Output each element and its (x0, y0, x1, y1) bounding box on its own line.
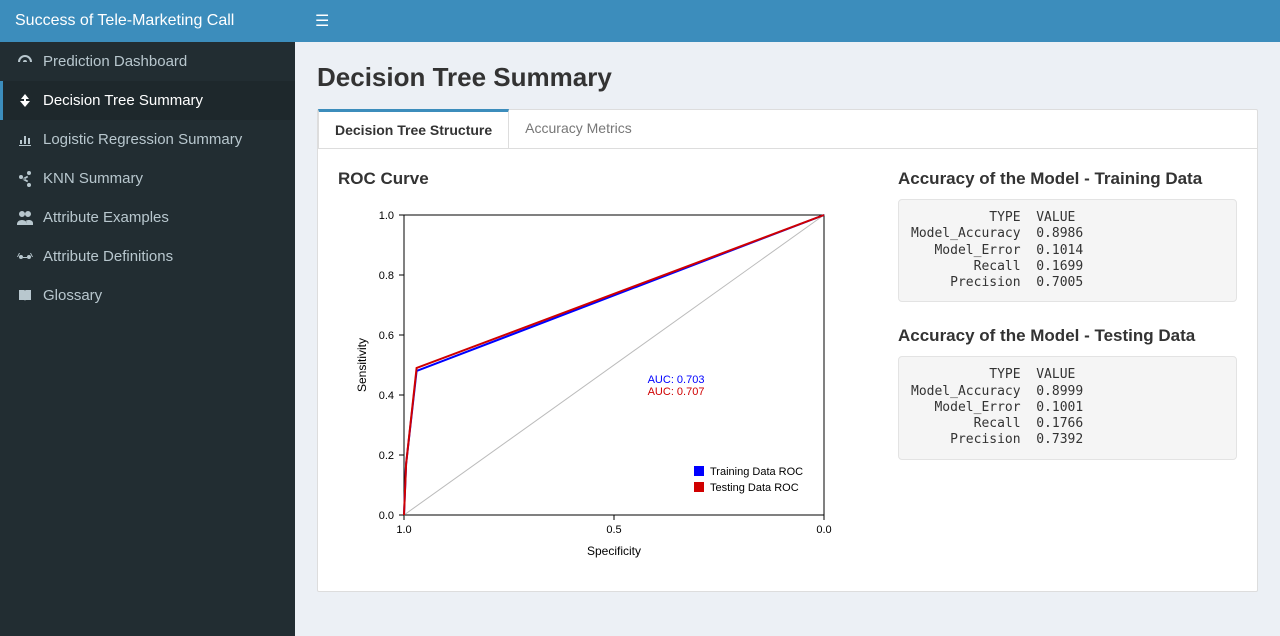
tab-headers: Decision Tree StructureAccuracy Metrics (318, 110, 1257, 149)
sidebar-item-label: Attribute Definitions (43, 248, 173, 265)
testing-metrics-title: Accuracy of the Model - Testing Data (898, 326, 1237, 346)
svg-text:0.2: 0.2 (379, 450, 394, 462)
app-title: Success of Tele-Marketing Call (0, 0, 295, 42)
svg-text:0.6: 0.6 (379, 330, 394, 342)
sidebar-item-label: Glossary (43, 287, 102, 304)
svg-text:0.0: 0.0 (816, 524, 831, 536)
sidebar-item-logistic-regression-summary[interactable]: Logistic Regression Summary (0, 120, 295, 159)
content-area: Decision Tree Summary Decision Tree Stru… (295, 42, 1280, 636)
training-metrics-title: Accuracy of the Model - Training Data (898, 169, 1237, 189)
svg-text:1.0: 1.0 (379, 210, 394, 222)
sidebar-item-label: KNN Summary (43, 170, 143, 187)
topbar: ☰ (295, 0, 1280, 42)
sidebar-item-label: Prediction Dashboard (43, 53, 187, 70)
svg-text:Testing Data ROC: Testing Data ROC (710, 482, 799, 494)
glasses-icon (15, 249, 35, 265)
svg-text:0.8: 0.8 (379, 270, 394, 282)
users-icon (15, 210, 35, 226)
svg-text:Specificity: Specificity (587, 544, 641, 558)
sidebar-item-attribute-definitions[interactable]: Attribute Definitions (0, 237, 295, 276)
sidebar: Success of Tele-Marketing Call Predictio… (0, 0, 295, 636)
sidebar-nav: Prediction Dashboard Decision Tree Summar… (0, 42, 295, 315)
sidebar-item-label: Attribute Examples (43, 209, 169, 226)
svg-text:1.0: 1.0 (396, 524, 411, 536)
dashboard-icon (15, 54, 35, 70)
sidebar-item-label: Decision Tree Summary (43, 92, 203, 109)
svg-text:Sensitivity: Sensitivity (355, 338, 369, 392)
tab-container: Decision Tree StructureAccuracy Metrics … (317, 109, 1258, 592)
svg-text:0.4: 0.4 (379, 390, 394, 402)
sidebar-item-knn-summary[interactable]: KNN Summary (0, 159, 295, 198)
sidebar-item-glossary[interactable]: Glossary (0, 276, 295, 315)
chart-icon (15, 132, 35, 148)
svg-text:0.5: 0.5 (606, 524, 621, 536)
svg-text:Training Data ROC: Training Data ROC (710, 466, 803, 478)
svg-text:AUC: 0.703: AUC: 0.703 (648, 374, 705, 386)
tree-icon (15, 93, 35, 109)
testing-metrics-table: TYPE VALUE Model_Accuracy 0.8999 Model_E… (898, 356, 1237, 459)
roc-curve-title: ROC Curve (338, 169, 878, 189)
sidebar-item-decision-tree-summary[interactable]: Decision Tree Summary (0, 81, 295, 120)
page-title: Decision Tree Summary (317, 62, 1258, 93)
book-icon (15, 288, 35, 304)
roc-chart: 1.0 0.5 0.0 0.0 0.2 0.4 0.6 0.8 1.0 Specificity Se… (338, 199, 878, 571)
share-icon (15, 171, 35, 187)
svg-text:0.0: 0.0 (379, 510, 394, 522)
tab-decision-tree-structure[interactable]: Decision Tree Structure (318, 109, 509, 148)
tab-accuracy-metrics[interactable]: Accuracy Metrics (509, 110, 648, 148)
training-metrics-table: TYPE VALUE Model_Accuracy 0.8986 Model_E… (898, 199, 1237, 302)
sidebar-item-prediction-dashboard[interactable]: Prediction Dashboard (0, 42, 295, 81)
sidebar-item-attribute-examples[interactable]: Attribute Examples (0, 198, 295, 237)
svg-text:AUC: 0.707: AUC: 0.707 (648, 386, 705, 398)
sidebar-item-label: Logistic Regression Summary (43, 131, 242, 148)
hamburger-icon[interactable]: ☰ (307, 7, 337, 35)
